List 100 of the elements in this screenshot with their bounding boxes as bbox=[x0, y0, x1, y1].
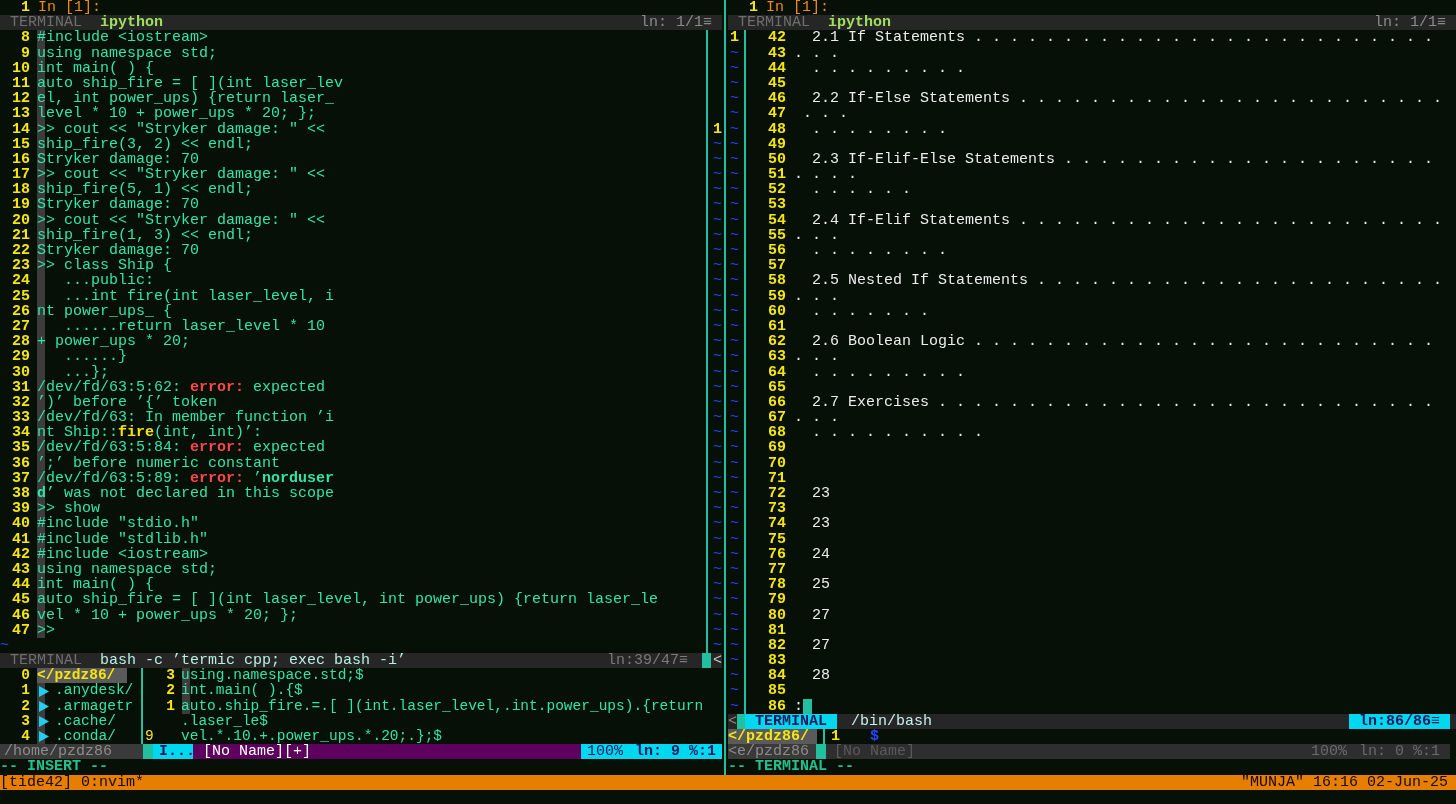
line-number: 67 bbox=[767, 410, 786, 426]
line-number: 63 bbox=[767, 349, 786, 365]
text-line: 23 bbox=[811, 516, 830, 532]
line-number: 34 bbox=[11, 425, 30, 441]
line-number: 0 bbox=[20, 668, 30, 684]
tilde-marker: ~ bbox=[713, 257, 722, 275]
terminal-label: TERMINAL bbox=[738, 15, 810, 31]
tilde-marker: ~ bbox=[730, 576, 739, 594]
code-line: int.main( ).{$ bbox=[181, 682, 303, 699]
terminal-label: TERMINAL bbox=[10, 653, 82, 669]
text-line: . . . bbox=[794, 288, 839, 304]
tilde-marker: ~ bbox=[730, 105, 739, 123]
text-line: . . . bbox=[794, 349, 839, 365]
line-number: 73 bbox=[767, 501, 786, 517]
tilde-marker: ~ bbox=[730, 378, 739, 396]
line-number: 44 bbox=[11, 577, 30, 593]
line-number: 33 bbox=[11, 410, 30, 426]
line-number: 14 bbox=[11, 121, 30, 137]
tilde-marker: ~ bbox=[713, 560, 722, 578]
terminal-title: bash -c ’termic cpp; exec bash -i’ bbox=[100, 653, 407, 669]
position-text: ln: 1/1≡ bbox=[1374, 15, 1446, 31]
tilde-marker: ~ bbox=[713, 500, 722, 518]
tilde-marker: ~ bbox=[730, 44, 739, 62]
tilde-marker: ~ bbox=[730, 287, 739, 305]
text-line: 2.4 If-Elif Statements . . . . . . . . . . . . . . . . . . . . . . . . bbox=[811, 212, 1443, 228]
line-number: 83 bbox=[767, 653, 786, 669]
code-line: /dev/fd/63:5:84: error: expected bbox=[37, 439, 326, 457]
text-line: . . . . . . . . . . bbox=[811, 425, 984, 441]
line-number: 1 bbox=[20, 683, 30, 699]
tilde-marker: ~ bbox=[730, 515, 739, 533]
tilde-marker: ~ bbox=[713, 348, 722, 366]
tilde-marker: ~ bbox=[730, 591, 739, 609]
text-line: 2.2 If-Else Statements . . . . . . . . . . . . . . . . . . . . . . . . bbox=[811, 91, 1443, 107]
code-line: + power_ups * 20; bbox=[37, 333, 191, 351]
tilde-marker: ~ bbox=[730, 272, 739, 290]
tilde-marker: ~ bbox=[730, 226, 739, 244]
expand-icon[interactable] bbox=[39, 700, 49, 712]
tilde-marker: ~ bbox=[713, 363, 722, 381]
line-number: 35 bbox=[11, 440, 30, 456]
line-number: 59 bbox=[767, 288, 786, 304]
tree-item[interactable]: .armagetr bbox=[55, 698, 134, 714]
line-number: 66 bbox=[767, 394, 786, 411]
line-number: 60 bbox=[767, 303, 786, 319]
scroll-arrow[interactable]: < bbox=[713, 653, 722, 669]
code-line: d’ was not declared in this scope bbox=[37, 485, 335, 502]
tilde-marker: ~ bbox=[730, 302, 739, 320]
tilde-marker: ~ bbox=[713, 211, 722, 229]
line-number: 82 bbox=[767, 637, 786, 654]
line-number: 9 bbox=[20, 45, 30, 61]
line-number: 31 bbox=[11, 379, 30, 395]
line-number: 38 bbox=[11, 486, 30, 502]
text-line: 25 bbox=[811, 577, 830, 593]
tree-item[interactable]: .cache/ bbox=[55, 713, 116, 729]
code-line: vel.*.10.+.power_ups.*.20;.};$ bbox=[181, 728, 443, 744]
tilde-marker: ~ bbox=[713, 621, 722, 639]
code-line: vel * 10 + power_ups * 20; }; bbox=[37, 606, 299, 624]
code-line: /dev/fd/63:5:62: error: expected bbox=[37, 378, 326, 396]
code-line: ......return laser_level * 10 bbox=[63, 317, 326, 335]
expand-icon[interactable] bbox=[39, 715, 49, 727]
tilde-marker: ~ bbox=[730, 424, 739, 442]
tree-item[interactable]: .anydesk/ bbox=[55, 683, 134, 699]
text-line: . . . . . . . . bbox=[811, 243, 948, 259]
tilde-marker: ~ bbox=[713, 454, 722, 472]
code-line: ......} bbox=[64, 348, 127, 366]
terminal-title: /bin/bash bbox=[851, 713, 933, 729]
expand-icon[interactable] bbox=[39, 685, 49, 697]
code-line: >> bbox=[37, 621, 55, 639]
position-text: ln:86/86≡ bbox=[1349, 713, 1450, 729]
code-line: using namespace std; bbox=[37, 560, 218, 578]
text-line: 23 bbox=[811, 486, 830, 502]
tilde-marker: ~ bbox=[713, 196, 722, 214]
tilde-marker: ~ bbox=[713, 150, 722, 168]
line-number: 27 bbox=[11, 318, 30, 335]
line-number: 13 bbox=[11, 106, 30, 122]
tilde-marker: ~ bbox=[730, 90, 739, 108]
line-number: 24 bbox=[11, 273, 30, 289]
line-number: 79 bbox=[767, 592, 786, 608]
mode-line: -- INSERT -- bbox=[0, 759, 109, 775]
line-number: 54 bbox=[767, 212, 786, 228]
tilde-marker: ~ bbox=[730, 196, 739, 214]
percent-text: 100% bbox=[1310, 744, 1347, 760]
prompt-text: In [1]: bbox=[766, 0, 829, 16]
tilde-marker: ~ bbox=[713, 515, 722, 533]
shell-path: </pzdz86/ bbox=[728, 729, 817, 745]
tilde-marker: ~ bbox=[730, 166, 739, 184]
code-line: ...int fire(int laser_level, i bbox=[63, 287, 335, 305]
tilde-marker: ~ bbox=[730, 317, 739, 335]
expand-icon[interactable] bbox=[39, 731, 49, 743]
line-number: 52 bbox=[767, 182, 786, 198]
tree-item[interactable]: </pzdz86/ bbox=[37, 668, 128, 684]
text-line: . . . bbox=[794, 227, 839, 243]
text-line: . . . . . . . bbox=[811, 303, 930, 319]
scroll-arrow[interactable]: < bbox=[728, 713, 737, 729]
tilde-marker: ~ bbox=[730, 409, 739, 427]
text-line: . . . . bbox=[794, 167, 857, 183]
position-text: ln:39/47≡ bbox=[606, 653, 688, 669]
code-line: #include "stdlib.h" bbox=[37, 530, 209, 548]
tilde-marker: ~ bbox=[713, 272, 722, 290]
tree-item[interactable]: .conda/ bbox=[55, 729, 116, 745]
position-text: ln: 0 %:1 bbox=[1359, 744, 1440, 760]
